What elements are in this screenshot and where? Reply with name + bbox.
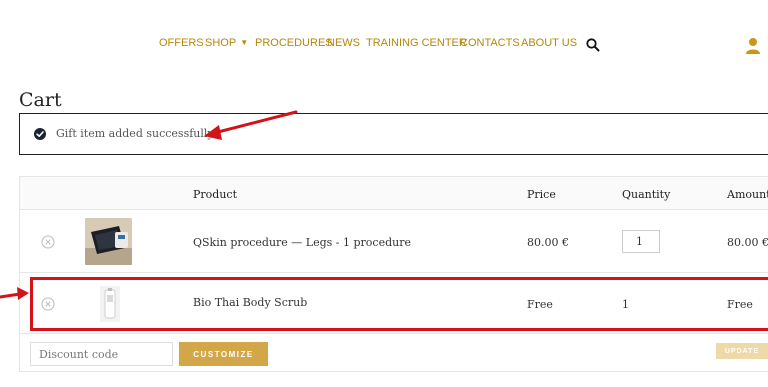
product-amount: 80.00 € (727, 236, 768, 249)
nav-contacts[interactable]: CONTACTS (460, 37, 520, 49)
nav-procedures[interactable]: PROCEDURES (255, 37, 333, 49)
annotation-arrow-row (0, 292, 22, 299)
header-price: Price (527, 188, 556, 201)
discount-code-input[interactable] (30, 342, 173, 366)
check-circle-icon (34, 128, 46, 140)
nav-about-us[interactable]: ABOUT US (521, 37, 577, 49)
main-navigation: OFFERS SHOP ▼ PROCEDURES NEWS TRAINING CE… (0, 37, 768, 53)
header-quantity: Quantity (622, 188, 671, 201)
search-icon[interactable] (585, 37, 601, 53)
header-amount: Amount (727, 188, 768, 201)
quantity-input[interactable] (622, 230, 660, 253)
table-header-row: Product Price Quantity Amount (20, 177, 768, 210)
notice-text: Gift item added successfully (56, 127, 214, 140)
success-notice: Gift item added successfully (19, 113, 768, 155)
nav-shop[interactable]: SHOP ▼ (205, 37, 248, 49)
update-button[interactable]: UPDATE (716, 343, 768, 359)
page-title: Cart (19, 89, 62, 111)
header-product: Product (193, 188, 237, 201)
remove-item-icon[interactable] (41, 235, 55, 249)
product-name[interactable]: QSkin procedure — Legs - 1 procedure (193, 236, 411, 249)
nav-shop-label: SHOP (205, 37, 237, 49)
nav-news[interactable]: NEWS (327, 37, 360, 49)
nav-training-center[interactable]: TRAINING CENTER (366, 37, 467, 49)
product-price: 80.00 € (527, 236, 569, 249)
user-icon[interactable] (745, 37, 761, 55)
highlight-box-annotation (30, 277, 768, 331)
customize-button[interactable]: CUSTOMIZE (179, 342, 268, 366)
product-thumbnail[interactable] (85, 218, 132, 265)
chevron-down-icon: ▼ (240, 38, 249, 47)
table-row: QSkin procedure — Legs - 1 procedure 80.… (20, 211, 768, 273)
nav-offers[interactable]: OFFERS (159, 37, 204, 49)
